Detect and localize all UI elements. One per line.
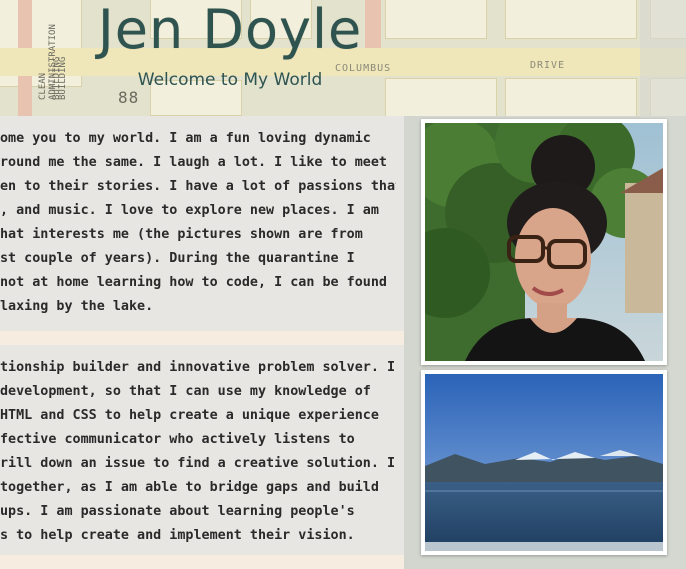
skills-line: development, so that I can use my knowle… — [0, 384, 371, 399]
skills-line: HTML and CSS to help create a unique exp… — [0, 408, 379, 423]
portrait-photo — [421, 119, 667, 365]
skills-card: tionship builder and innovative problem … — [0, 345, 404, 555]
skills-line: together, as I am able to bridge gaps an… — [0, 480, 379, 495]
about-line: ome you to my world. I am a fun loving d… — [0, 131, 371, 146]
about-line: laxing by the lake. — [0, 299, 154, 314]
skills-line: tionship builder and innovative problem … — [0, 360, 396, 375]
map-label-number: 88 — [118, 88, 140, 107]
skills-line: ups. I am passionate about learning peop… — [0, 504, 355, 519]
skills-line: rill down an issue to find a creative so… — [0, 456, 396, 471]
skills-line: fective communicator who actively listen… — [0, 432, 355, 447]
about-line: round me the same. I laugh a lot. I like… — [0, 155, 387, 170]
about-card: ome you to my world. I am a fun loving d… — [0, 116, 404, 331]
lake-image — [425, 374, 663, 551]
section-divider-bottom — [0, 555, 404, 569]
section-divider — [0, 331, 404, 345]
portrait-image — [425, 123, 663, 361]
about-line: en to their stories. I have a lot of pas… — [0, 179, 396, 194]
lake-photo — [421, 370, 667, 555]
about-line: hat interests me (the pictures shown are… — [0, 227, 363, 242]
skills-line: s to help create and implement their vis… — [0, 528, 355, 543]
about-line: , and music. I love to explore new place… — [0, 203, 379, 218]
map-label-drive: DRIVE — [530, 60, 566, 71]
about-line: not at home learning how to code, I can … — [0, 275, 387, 290]
about-line: st couple of years). During the quaranti… — [0, 251, 355, 266]
page-title: Jen Doyle — [97, 0, 363, 61]
page-subtitle: Welcome to My World — [137, 70, 323, 90]
